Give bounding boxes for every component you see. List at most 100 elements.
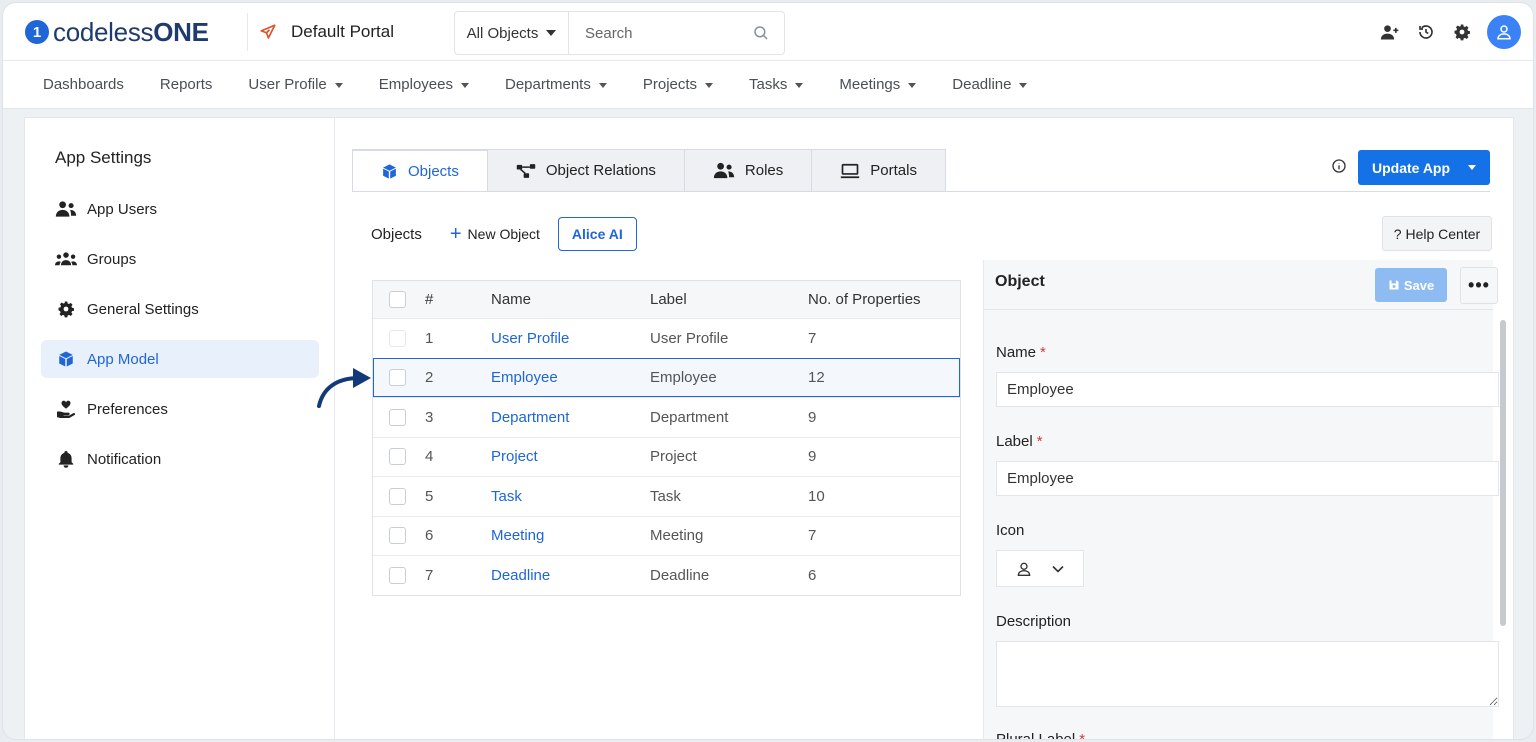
table-row[interactable]: 6 Meeting Meeting 7 [373,515,960,556]
gear-icon[interactable] [1451,21,1473,43]
row-checkbox[interactable] [388,566,406,584]
tab-objects[interactable]: Objects [352,149,488,192]
save-button[interactable]: Save [1375,268,1447,302]
more-options-button[interactable]: ••• [1460,267,1498,304]
row-name-link[interactable]: User Profile [491,330,650,347]
column-header-properties[interactable]: No. of Properties [808,291,960,308]
table-row[interactable]: 3 Department Department 9 [373,397,960,437]
tab-label: Objects [408,162,459,180]
portal-name: Default Portal [291,22,394,41]
column-header-name[interactable]: Name [491,291,650,308]
tab-label: Roles [744,162,784,179]
history-icon[interactable] [1415,21,1437,43]
nav-label: User Profile [248,76,327,93]
add-user-icon[interactable] [1379,21,1401,43]
info-icon[interactable] [1331,158,1347,174]
search-icon[interactable] [752,24,770,42]
row-checkbox-cell [373,527,421,545]
settings-sidebar: App Settings App Users Groups General Se… [25,118,335,739]
chevron-down-icon[interactable] [1468,165,1476,170]
more-options-icon: ••• [1468,275,1490,295]
sidebar-item-app-users[interactable]: App Users [41,190,319,228]
row-properties-count: 7 [808,527,817,545]
group-icon [55,251,77,267]
user-icon [1017,562,1031,576]
row-name-link[interactable]: Department [491,409,650,426]
row-number: 3 [425,408,434,426]
row-name-link[interactable]: Task [491,488,650,505]
row-name-link[interactable]: Employee [491,369,650,386]
table-row[interactable]: 1 User Profile User Profile 7 [373,318,960,358]
user-avatar-icon[interactable] [1487,15,1521,49]
table-row[interactable]: 5 Task Task 10 [373,476,960,516]
search-scope-dropdown[interactable]: All Objects [455,12,569,54]
panel-scrollbar[interactable] [1500,320,1506,626]
app-logo[interactable]: 1 codelessONE [25,17,209,47]
tab-roles[interactable]: Roles [683,149,813,192]
plus-icon: + [449,223,462,245]
row-name-link[interactable]: Project [491,448,650,465]
select-all-checkbox[interactable] [388,291,406,308]
name-field[interactable] [996,372,1499,407]
chevron-down-icon [795,83,804,88]
required-mark: * [1036,433,1043,450]
table-row[interactable]: 7 Deadline Deadline 6 [373,555,960,595]
row-number: 6 [425,527,434,545]
nav-dashboards[interactable]: Dashboards [43,76,124,93]
label-field-label: Label * [996,433,1499,450]
tab-portals[interactable]: Portals [811,149,946,192]
chevron-down-icon [460,83,469,88]
column-header-label[interactable]: Label [650,291,808,308]
sidebar-item-label: Preferences [87,400,168,418]
floppy-disk-icon [1389,280,1399,290]
nav-reports[interactable]: Reports [160,76,213,93]
row-checkbox[interactable] [388,527,406,545]
chevron-down-icon [705,83,714,88]
nav-employees[interactable]: Employees [379,76,469,93]
table-row-selected[interactable]: 2 Employee Employee 12 [373,357,960,397]
nav-meetings[interactable]: Meetings [839,76,917,93]
tab-object-relations[interactable]: Object Relations [486,149,685,192]
nav-label: Tasks [749,76,788,93]
row-checkbox[interactable] [388,487,406,505]
nav-label: Reports [159,76,213,93]
nav-tasks[interactable]: Tasks [749,76,804,93]
tab-label: Object Relations [545,162,656,179]
row-number: 4 [425,448,434,466]
sidebar-item-notification[interactable]: Notification [41,440,319,478]
portal-selector[interactable]: Default Portal [259,19,394,45]
row-checkbox[interactable] [388,448,406,466]
icon-picker[interactable] [996,550,1084,587]
sidebar-item-general-settings[interactable]: General Settings [41,290,319,328]
row-label: Task [650,487,681,505]
logo-text: codelessONE [53,17,209,48]
description-field[interactable] [996,641,1499,707]
nav-deadline[interactable]: Deadline [952,76,1028,93]
nav-projects[interactable]: Projects [643,76,714,93]
sidebar-item-app-model[interactable]: App Model [41,340,319,378]
row-checkbox[interactable] [388,408,406,426]
row-name-link[interactable]: Meeting [491,527,650,544]
nav-label: Meetings [839,76,901,93]
row-checkbox[interactable] [388,329,406,347]
row-properties-count: 10 [808,487,825,505]
row-checkbox[interactable] [388,369,406,387]
row-name-link[interactable]: Deadline [491,567,650,584]
alice-ai-button[interactable]: Alice AI [557,217,637,251]
name-field-label: Name * [996,344,1499,361]
nav-departments[interactable]: Departments [505,76,607,93]
help-center-button[interactable]: ? Help Center [1382,216,1492,251]
nav-user-profile[interactable]: User Profile [248,76,343,93]
table-row[interactable]: 4 Project Project 9 [373,436,960,477]
relations-icon [516,163,536,178]
update-app-button[interactable]: Update App [1358,150,1490,185]
sidebar-item-groups[interactable]: Groups [41,240,319,278]
new-object-button[interactable]: + New Object [450,224,540,244]
cube-icon [383,163,396,179]
sidebar-item-preferences[interactable]: Preferences [41,390,319,428]
alice-ai-label: Alice AI [571,226,623,242]
row-checkbox-cell [373,487,421,505]
description-field-label: Description [996,613,1072,630]
label-field[interactable] [996,461,1499,496]
row-checkbox-cell [373,448,421,466]
